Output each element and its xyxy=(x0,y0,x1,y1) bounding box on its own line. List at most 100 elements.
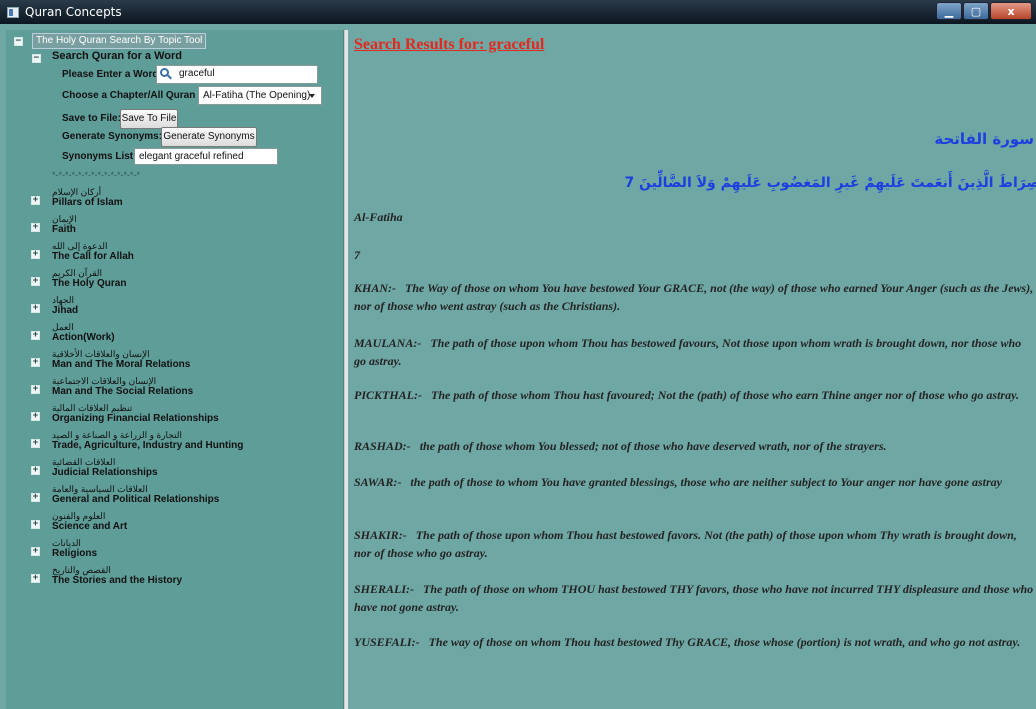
translation-text: The path of those upon whom Thou has bes… xyxy=(354,336,1022,368)
category-arabic-label: القصص والتاريخ xyxy=(52,565,111,575)
category-toggle[interactable]: + xyxy=(31,304,40,313)
translator-name: PICKTHAL:- xyxy=(354,388,422,402)
category-toggle[interactable]: + xyxy=(31,493,40,502)
category-english-label: General and Political Relationships xyxy=(52,494,220,505)
synonyms-list-field[interactable]: elegant graceful refined xyxy=(134,148,278,165)
category-english-label: Faith xyxy=(52,224,76,235)
search-node-label[interactable]: Search Quran for a Word xyxy=(52,50,182,62)
tree-separator: *-*-*-*-*-*-*-*-*-*-*-*-*-* xyxy=(52,170,140,180)
save-field-label: Save to File: xyxy=(62,113,121,124)
category-english-label: Jihad xyxy=(52,305,79,316)
category-arabic-label: العلاقات القضائية xyxy=(52,457,116,467)
category-toggle[interactable]: + xyxy=(31,412,40,421)
chapter-select-value: Al-Fatiha (The Opening) xyxy=(203,90,311,101)
results-title: Search Results for: graceful xyxy=(354,36,545,53)
translation-text: The path of those on whom THOU hast best… xyxy=(354,582,1034,614)
search-word-input[interactable]: graceful xyxy=(156,65,318,84)
category-arabic-label: الجهاد xyxy=(52,295,74,305)
category-toggle[interactable]: + xyxy=(31,358,40,367)
save-to-file-button[interactable]: Save To File xyxy=(120,109,178,129)
close-button[interactable]: x xyxy=(990,2,1032,20)
translator-name: KHAN:- xyxy=(354,281,396,295)
category-node[interactable]: الدعوة إلى الله The Call for Allah xyxy=(52,241,134,262)
translation-text: The way of those on whom Thou hast besto… xyxy=(428,635,1021,649)
category-node[interactable]: الإيمان Faith xyxy=(52,214,77,235)
translator-name: RASHAD:- xyxy=(354,439,411,453)
chapter-select[interactable]: Al-Fatiha (The Opening) xyxy=(198,86,322,105)
app-icon xyxy=(7,6,19,18)
category-toggle[interactable]: + xyxy=(31,547,40,556)
category-node[interactable]: الإنسان والعلاقات الأخلاقية Man and The … xyxy=(52,349,190,370)
category-node[interactable]: العلوم والفنون Science and Art xyxy=(52,511,127,532)
translation-entry: YUSEFALI:- The way of those on whom Thou… xyxy=(354,633,1034,651)
root-collapse-toggle[interactable]: − xyxy=(14,37,23,46)
category-english-label: The Holy Quran xyxy=(52,278,127,289)
results-panel[interactable]: Search Results for: graceful سورة الفاتح… xyxy=(348,30,1036,709)
category-toggle[interactable]: + xyxy=(31,250,40,259)
category-toggle[interactable]: + xyxy=(31,439,40,448)
category-arabic-label: الإيمان xyxy=(52,214,77,224)
search-node-toggle[interactable]: − xyxy=(32,54,41,63)
translation-entry: PICKTHAL:- The path of those whom Thou h… xyxy=(354,386,1034,404)
category-arabic-label: الإنسان والعلاقات الاجتماعية xyxy=(52,376,157,386)
search-icon xyxy=(160,68,172,80)
category-toggle[interactable]: + xyxy=(31,196,40,205)
synonyms-field-label: Generate Synonyms: xyxy=(62,131,163,142)
category-node[interactable]: الإنسان والعلاقات الاجتماعية Man and The… xyxy=(52,376,193,397)
generate-synonyms-button[interactable]: Generate Synonyms xyxy=(161,127,257,147)
category-toggle[interactable]: + xyxy=(31,466,40,475)
category-node[interactable]: أركان الإسلام Pillars of Islam xyxy=(52,187,123,208)
category-arabic-label: أركان الإسلام xyxy=(52,187,102,197)
translation-entry: SHAKIR:- The path of those upon whom Tho… xyxy=(354,526,1034,562)
category-arabic-label: الديانات xyxy=(52,538,81,548)
category-toggle[interactable]: + xyxy=(31,574,40,583)
window-controls: ▁ ▢ x xyxy=(935,2,1032,20)
category-toggle[interactable]: + xyxy=(31,385,40,394)
translation-entry: MAULANA:- The path of those upon whom Th… xyxy=(354,334,1034,370)
category-toggle[interactable]: + xyxy=(31,331,40,340)
category-arabic-label: التجارة و الزراعة و الصناعة و الصيد xyxy=(52,430,183,440)
surah-name: Al-Fatiha xyxy=(354,210,403,224)
translation-entry: RASHAD:- the path of those whom You bles… xyxy=(354,437,1034,455)
category-english-label: Religions xyxy=(52,548,98,559)
surah-arabic-title: سورة الفاتحة xyxy=(934,130,1034,148)
category-toggle[interactable]: + xyxy=(31,223,40,232)
translation-text: The Way of those on whom You have bestow… xyxy=(354,281,1034,313)
minimize-button[interactable]: ▁ xyxy=(936,2,962,20)
category-node[interactable]: العمل Action(Work) xyxy=(52,322,115,343)
word-field-label: Please Enter a Word: xyxy=(62,69,162,80)
category-node[interactable]: العلاقات القضائية Judicial Relationships xyxy=(52,457,158,478)
category-toggle[interactable]: + xyxy=(31,520,40,529)
tree-root-node[interactable]: The Holy Quran Search By Topic Tool xyxy=(32,33,207,49)
maximize-button[interactable]: ▢ xyxy=(963,2,989,20)
category-arabic-label: القرآن الكريم xyxy=(52,268,103,278)
category-node[interactable]: تنظيم العلاقات المالية Organizing Financ… xyxy=(52,403,219,424)
category-node[interactable]: القصص والتاريخ The Stories and the Histo… xyxy=(52,565,182,586)
category-node[interactable]: الديانات Religions xyxy=(52,538,97,559)
category-arabic-label: تنظيم العلاقات المالية xyxy=(52,403,133,413)
translation-text: The path of those upon whom Thou hast be… xyxy=(354,528,1017,560)
category-english-label: Man and The Social Relations xyxy=(52,386,194,397)
translator-name: SHAKIR:- xyxy=(354,528,407,542)
category-english-label: The Call for Allah xyxy=(52,251,134,262)
category-node[interactable]: العلاقات السياسية والعامة General and Po… xyxy=(52,484,219,505)
category-node[interactable]: الجهاد Jihad xyxy=(52,295,78,316)
translator-name: SAWAR:- xyxy=(354,475,402,489)
category-english-label: Trade, Agriculture, Industry and Hunting xyxy=(52,440,244,451)
category-arabic-label: العلوم والفنون xyxy=(52,511,106,521)
category-node[interactable]: القرآن الكريم The Holy Quran xyxy=(52,268,126,289)
category-english-label: Judicial Relationships xyxy=(52,467,158,478)
ayah-arabic-text: صِرَاطَ الَّذِينَ أَنعَمتَ عَلَيهِمْ غَي… xyxy=(624,175,1036,191)
chevron-down-icon xyxy=(309,94,315,98)
title-bar: Quran Concepts ▁ ▢ x xyxy=(0,0,1036,24)
translation-text: The path of those whom Thou hast favoure… xyxy=(431,388,1019,402)
translation-text: the path of those whom You blessed; not … xyxy=(419,439,887,453)
category-node[interactable]: التجارة و الزراعة و الصناعة و الصيد Trad… xyxy=(52,430,243,451)
topic-tree-panel[interactable]: − The Holy Quran Search By Topic Tool − … xyxy=(6,30,344,709)
category-arabic-label: الدعوة إلى الله xyxy=(52,241,108,251)
category-toggle[interactable]: + xyxy=(31,277,40,286)
translator-name: MAULANA:- xyxy=(354,336,422,350)
category-arabic-label: العمل xyxy=(52,322,74,332)
category-english-label: Pillars of Islam xyxy=(52,197,123,208)
translation-text: the path of those to whom You have grant… xyxy=(410,475,1002,489)
